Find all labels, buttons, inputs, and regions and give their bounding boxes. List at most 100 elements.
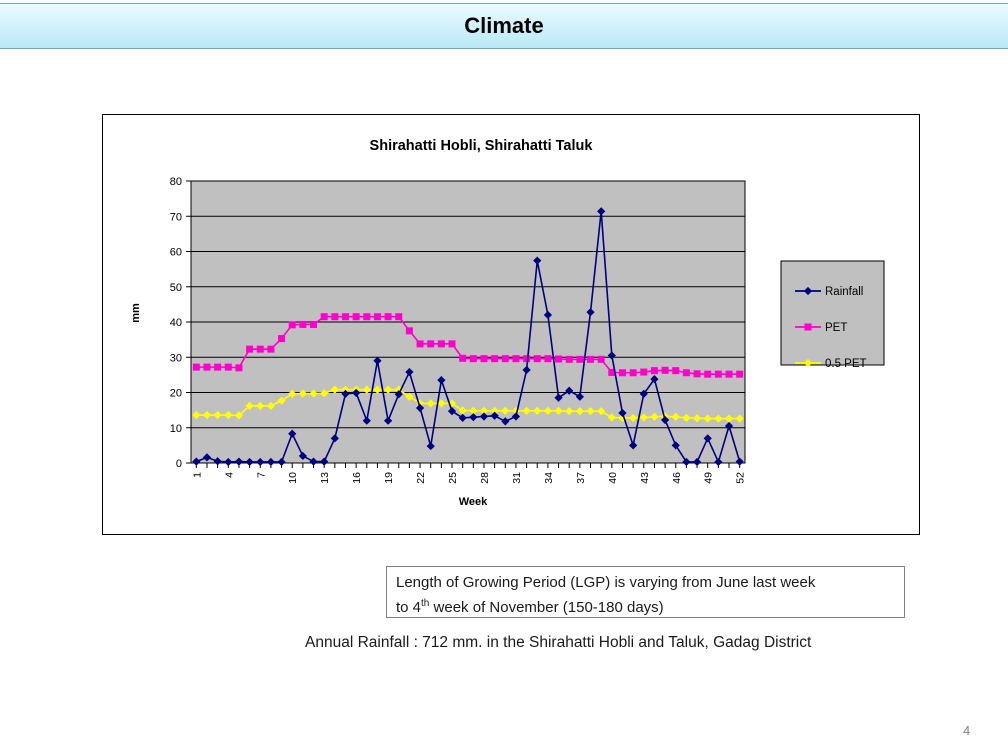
chart-title: Shirahatti Hobli, Shirahatti Taluk — [370, 138, 594, 154]
x-axis-label: Week — [459, 496, 488, 508]
data-point-marker — [246, 345, 254, 353]
data-point-marker — [405, 327, 413, 335]
y-tick-label: 20 — [170, 388, 182, 400]
x-tick-label: 1 — [191, 472, 203, 478]
x-tick-label: 7 — [255, 472, 267, 478]
y-tick-label: 50 — [170, 282, 182, 294]
x-tick-label: 37 — [575, 472, 587, 484]
y-tick-label: 80 — [170, 176, 182, 188]
data-point-marker — [299, 320, 307, 328]
data-point-marker — [650, 367, 658, 375]
y-tick-label: 10 — [170, 423, 182, 435]
data-point-marker — [661, 366, 669, 374]
legend-label: 0.5 PET — [825, 358, 867, 370]
x-tick-label: 28 — [479, 472, 491, 484]
data-point-marker — [491, 355, 499, 363]
data-point-marker — [682, 369, 690, 377]
data-point-marker — [576, 355, 584, 363]
data-point-marker — [341, 313, 349, 321]
x-tick-label: 31 — [511, 472, 523, 484]
data-point-marker — [704, 370, 712, 378]
y-tick-label: 30 — [170, 352, 182, 364]
x-tick-label: 25 — [447, 472, 459, 484]
data-point-marker — [256, 345, 264, 353]
x-tick-label: 13 — [319, 472, 331, 484]
y-tick-label: 70 — [170, 211, 182, 223]
data-point-marker — [310, 320, 318, 328]
data-point-marker — [437, 340, 445, 348]
data-point-marker — [501, 355, 509, 363]
x-tick-label: 43 — [639, 472, 651, 484]
data-point-marker — [672, 367, 680, 375]
data-point-marker — [352, 313, 360, 321]
chart-legend — [780, 260, 885, 366]
data-point-marker — [267, 345, 275, 353]
slide-header-bar: Climate — [0, 3, 1008, 49]
data-point-marker — [448, 340, 456, 348]
y-axis-label: mm — [130, 303, 142, 323]
data-point-marker — [597, 355, 605, 363]
x-tick-label: 16 — [351, 472, 363, 484]
data-point-marker — [373, 313, 381, 321]
data-point-marker — [629, 369, 637, 377]
y-axis-tick-labels: 0 10 20 30 40 50 60 70 80 — [170, 176, 182, 470]
lgp-line-2-rest: week of November (150-180 days) — [429, 599, 664, 616]
x-tick-label: 22 — [415, 472, 427, 484]
data-point-marker — [469, 355, 477, 363]
data-point-marker — [618, 369, 626, 377]
x-tick-label: 10 — [287, 472, 299, 484]
x-axis-tick-labels: 1 4 7 10 13 16 19 22 25 28 31 34 37 40 43 46 49 52 — [191, 472, 746, 484]
y-tick-label: 40 — [170, 317, 182, 329]
data-point-marker — [288, 321, 296, 329]
y-tick-label: 0 — [176, 458, 182, 470]
y-tick-label: 60 — [170, 247, 182, 259]
data-point-marker — [725, 370, 733, 378]
legend-label: Rainfall — [825, 286, 863, 298]
data-point-marker — [555, 355, 563, 363]
chart-container: Shirahatti Hobli, Shirahatti Taluk mm We… — [102, 114, 920, 535]
data-point-marker — [192, 363, 200, 371]
data-point-marker — [533, 355, 541, 363]
x-tick-label: 46 — [671, 472, 683, 484]
data-point-marker — [544, 355, 552, 363]
data-point-marker — [804, 323, 812, 331]
data-point-marker — [714, 370, 722, 378]
x-tick-label: 49 — [703, 472, 715, 484]
data-point-marker — [203, 363, 211, 371]
data-point-marker — [363, 313, 371, 321]
data-point-marker — [416, 340, 424, 348]
x-tick-label: 52 — [735, 472, 747, 484]
annual-rainfall-note: Annual Rainfall : 712 mm. in the Shiraha… — [305, 634, 812, 651]
legend-label: PET — [825, 322, 847, 334]
data-point-marker — [384, 313, 392, 321]
data-point-marker — [640, 368, 648, 376]
data-point-marker — [331, 313, 339, 321]
data-point-marker — [459, 354, 467, 362]
x-axis-tick-marks — [195, 463, 741, 468]
data-point-marker — [736, 370, 744, 378]
data-point-marker — [224, 363, 232, 371]
lgp-line-1: Length of Growing Period (LGP) is varyin… — [396, 574, 816, 591]
data-point-marker — [395, 313, 403, 321]
data-point-marker — [693, 370, 701, 378]
x-tick-label: 19 — [383, 472, 395, 484]
slide-page-number: 4 — [963, 723, 971, 738]
lgp-line-2: to 4th week of November (150-180 days) — [396, 593, 895, 618]
lgp-callout-box: Length of Growing Period (LGP) is varyin… — [386, 566, 905, 618]
x-tick-label: 4 — [223, 472, 235, 478]
climate-line-chart: Shirahatti Hobli, Shirahatti Taluk mm We… — [130, 138, 885, 508]
data-point-marker — [278, 335, 286, 343]
data-point-marker — [480, 355, 488, 363]
page-title: Climate — [464, 13, 544, 38]
data-point-marker — [235, 364, 243, 372]
x-tick-label: 40 — [607, 472, 619, 484]
data-point-marker — [512, 355, 520, 363]
lgp-line-2-prefix: to 4 — [396, 599, 422, 616]
data-point-marker — [565, 355, 573, 363]
x-tick-label: 34 — [543, 472, 555, 484]
data-point-marker — [320, 313, 328, 321]
data-point-marker — [587, 355, 595, 363]
data-point-marker — [427, 340, 435, 348]
data-point-marker — [214, 363, 222, 371]
y-axis-tick-marks — [186, 180, 191, 464]
